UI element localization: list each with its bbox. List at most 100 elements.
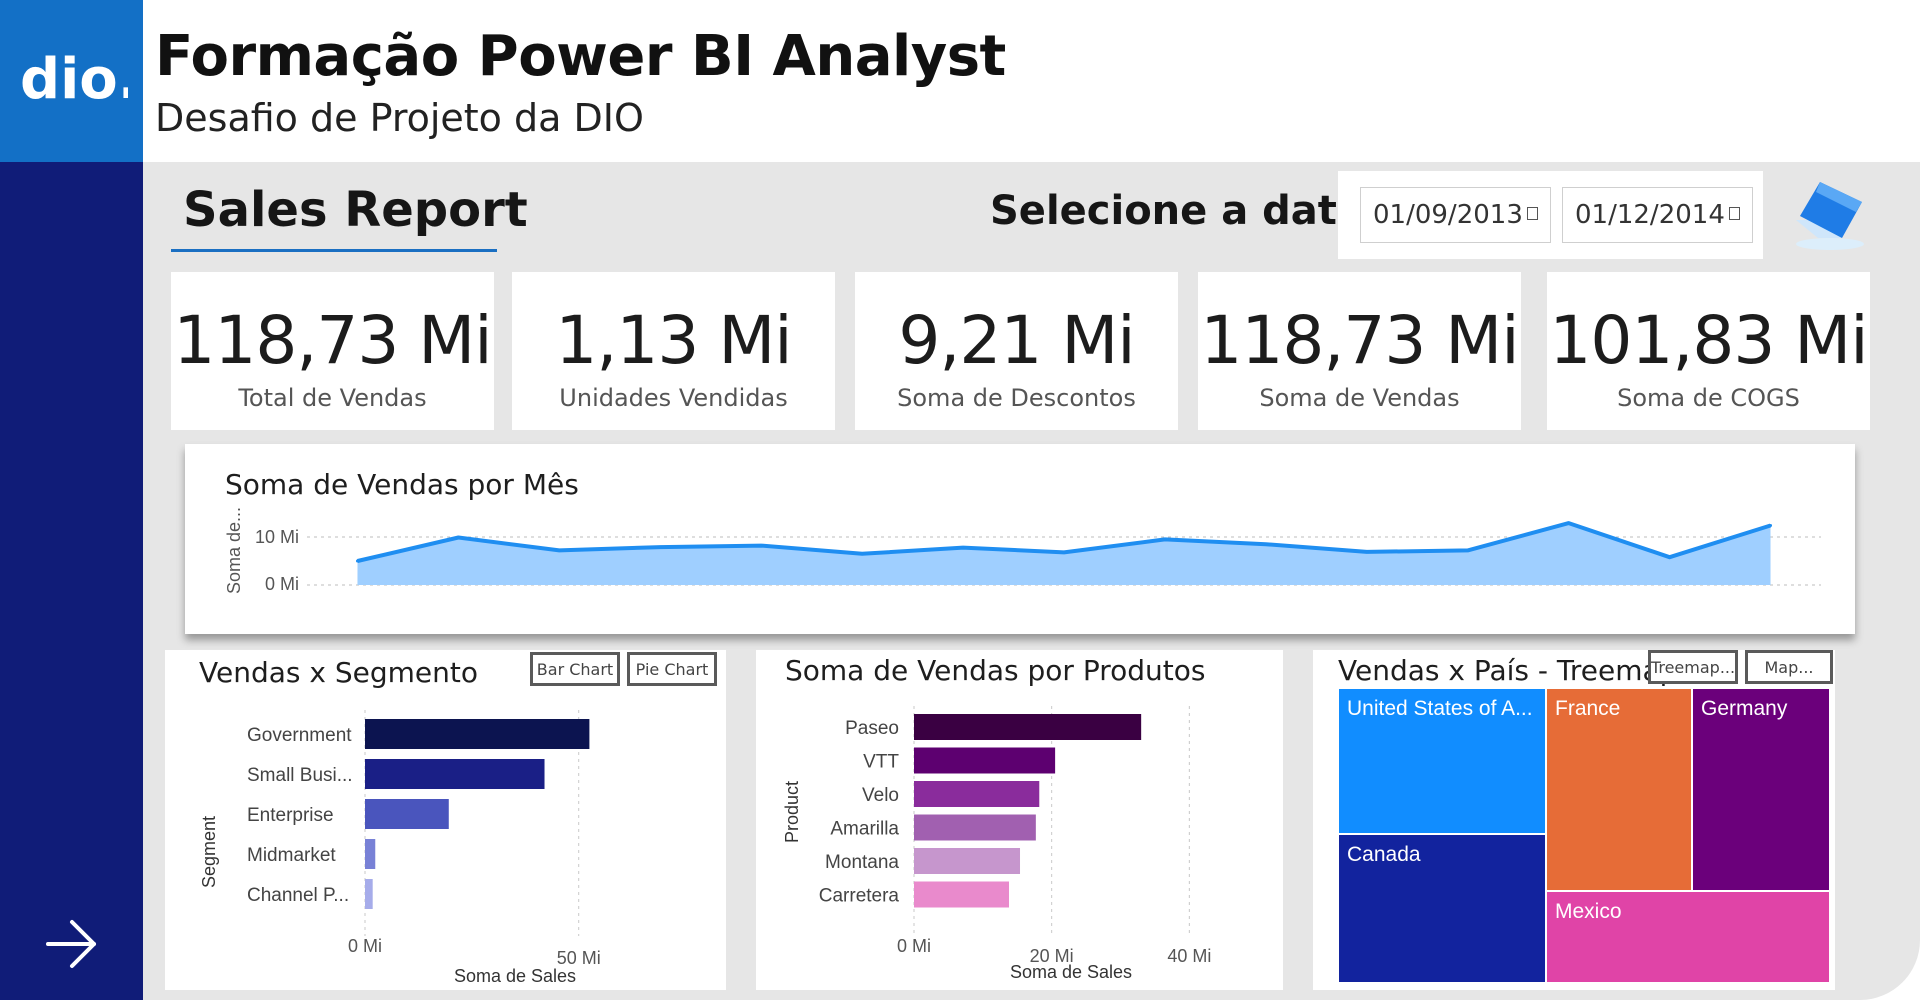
category-label: VTT [863, 752, 899, 773]
end-date-value: 01/12/2014 [1575, 200, 1725, 230]
report-title-underline [171, 249, 497, 252]
logo-text: dio. [20, 52, 128, 110]
treemap-cell-france[interactable]: France [1546, 688, 1692, 891]
kpi-label: Soma de Descontos [897, 384, 1136, 412]
report-title: Sales Report [183, 182, 528, 238]
monthly-sales-panel: Soma de Vendas por Mês Soma de... 10 Mi … [185, 444, 1855, 634]
bar[interactable] [914, 747, 1056, 774]
category-label: Channel P... [247, 885, 349, 906]
segment-x-axis-title: Soma de Sales [454, 966, 576, 986]
kpi-card: 9,21 Mi Soma de Descontos [855, 272, 1178, 430]
x-tick-label: 0 Mi [897, 936, 931, 956]
category-label: Midmarket [247, 845, 336, 866]
category-label: Small Busi... [247, 765, 353, 786]
kpi-card: 118,73 Mi Soma de Vendas [1198, 272, 1521, 430]
dashboard: dio. Formação Power BI Analyst Desafio d… [0, 0, 1920, 1000]
area-point[interactable] [1567, 521, 1571, 525]
segment-bar-chart[interactable]: Segment Soma de Sales 0 Mi 50 Mi Governmen… [165, 650, 726, 990]
start-date-input[interactable]: 01/09/2013 [1360, 187, 1551, 243]
kpi-label: Soma de Vendas [1259, 384, 1460, 412]
country-treemap[interactable]: United States of A... Canada France Germ… [1338, 688, 1830, 983]
products-panel: Soma de Vendas por Produtos Product Soma… [756, 650, 1283, 990]
category-label: Paseo [845, 718, 899, 739]
kpi-card: 101,83 Mi Soma de COGS [1547, 272, 1870, 430]
dio-logo-mark: dio. [20, 52, 128, 110]
segment-y-axis-title: Segment [199, 816, 219, 888]
calendar-icon[interactable] [1729, 207, 1740, 220]
navigation-rail [0, 162, 143, 1000]
app-title: Formação Power BI Analyst [155, 24, 1006, 89]
monthly-area-chart[interactable]: Soma de... 10 Mi 0 Mi [185, 444, 1855, 634]
bar[interactable] [914, 714, 1142, 740]
area-point[interactable] [557, 548, 561, 552]
area-point[interactable] [658, 545, 662, 549]
x-tick-label: 40 Mi [1167, 946, 1211, 966]
bar[interactable] [365, 839, 376, 869]
bar[interactable] [365, 719, 590, 749]
kpi-label: Unidades Vendidas [559, 384, 788, 412]
arrow-right-icon[interactable] [44, 916, 100, 972]
area-point[interactable] [1668, 555, 1672, 559]
treemap-label: United States of A... [1347, 697, 1533, 720]
y-tick-label: 0 Mi [265, 574, 299, 594]
products-bar-chart[interactable]: Product Soma de Sales 0 Mi 20 Mi 40 MiPase… [756, 650, 1283, 990]
kpi-card: 118,73 Mi Total de Vendas [171, 272, 494, 430]
treemap-cell-canada[interactable]: Canada [1338, 834, 1546, 983]
products-y-axis-title: Product [782, 781, 802, 843]
bar[interactable] [914, 814, 1036, 841]
area-point[interactable] [1466, 548, 1470, 552]
area-point[interactable] [860, 552, 864, 556]
area-point[interactable] [1365, 550, 1369, 554]
eraser-icon[interactable] [1790, 176, 1870, 254]
area-point[interactable] [355, 559, 359, 563]
map-button[interactable]: Map... [1745, 650, 1833, 684]
treemap-label: France [1555, 697, 1621, 720]
bar[interactable] [914, 881, 1009, 908]
segment-panel: Vendas x Segmento Bar Chart Pie Chart Se… [165, 650, 726, 990]
area-point[interactable] [1163, 537, 1167, 541]
treemap-button[interactable]: Treemap... [1648, 650, 1738, 684]
treemap-cell-germany[interactable]: Germany [1692, 688, 1830, 891]
date-slicer: 01/09/2013 01/12/2014 [1338, 171, 1763, 259]
kpi-value: 9,21 Mi [898, 302, 1135, 379]
treemap-cell-mexico[interactable]: Mexico [1546, 891, 1830, 983]
end-date-input[interactable]: 01/12/2014 [1562, 187, 1753, 243]
x-tick-label: 50 Mi [557, 948, 601, 968]
kpi-value: 101,83 Mi [1549, 302, 1868, 379]
bar[interactable] [365, 759, 545, 789]
category-label: Montana [825, 852, 899, 873]
treemap-cell-usa[interactable]: United States of A... [1338, 688, 1546, 834]
date-filter-label: Selecione a data [990, 188, 1364, 234]
country-panel: Vendas x País - Treemap Treemap... Map..… [1313, 650, 1835, 990]
kpi-value: 118,73 Mi [173, 302, 492, 379]
country-chart-title: Vendas x País - Treemap [1338, 654, 1678, 687]
kpi-value: 1,13 Mi [555, 302, 792, 379]
bar[interactable] [365, 879, 373, 909]
kpi-label: Soma de COGS [1617, 384, 1800, 412]
area-point[interactable] [961, 546, 965, 550]
bar[interactable] [365, 799, 449, 829]
category-label: Government [247, 725, 352, 746]
x-tick-label: 20 Mi [1030, 946, 1074, 966]
bar[interactable] [914, 848, 1021, 874]
category-label: Amarilla [830, 819, 899, 840]
kpi-card: 1,13 Mi Unidades Vendidas [512, 272, 835, 430]
bar[interactable] [914, 781, 1040, 807]
area-point[interactable] [1264, 542, 1268, 546]
treemap-label: Mexico [1555, 900, 1622, 923]
start-date-value: 01/09/2013 [1373, 200, 1523, 230]
treemap-label: Canada [1347, 843, 1421, 866]
category-label: Enterprise [247, 805, 334, 826]
calendar-icon[interactable] [1527, 207, 1538, 220]
area-point[interactable] [759, 544, 763, 548]
treemap-label: Germany [1701, 697, 1788, 720]
category-label: Carretera [819, 886, 900, 907]
area-point[interactable] [1062, 550, 1066, 554]
y-tick-label: 10 Mi [255, 527, 299, 547]
area-point[interactable] [1769, 523, 1773, 527]
area-point[interactable] [456, 535, 460, 539]
dio-logo: dio. [0, 0, 143, 162]
monthly-y-axis-title: Soma de... [224, 507, 244, 594]
kpi-label: Total de Vendas [238, 384, 427, 412]
x-tick-label: 0 Mi [348, 936, 382, 956]
